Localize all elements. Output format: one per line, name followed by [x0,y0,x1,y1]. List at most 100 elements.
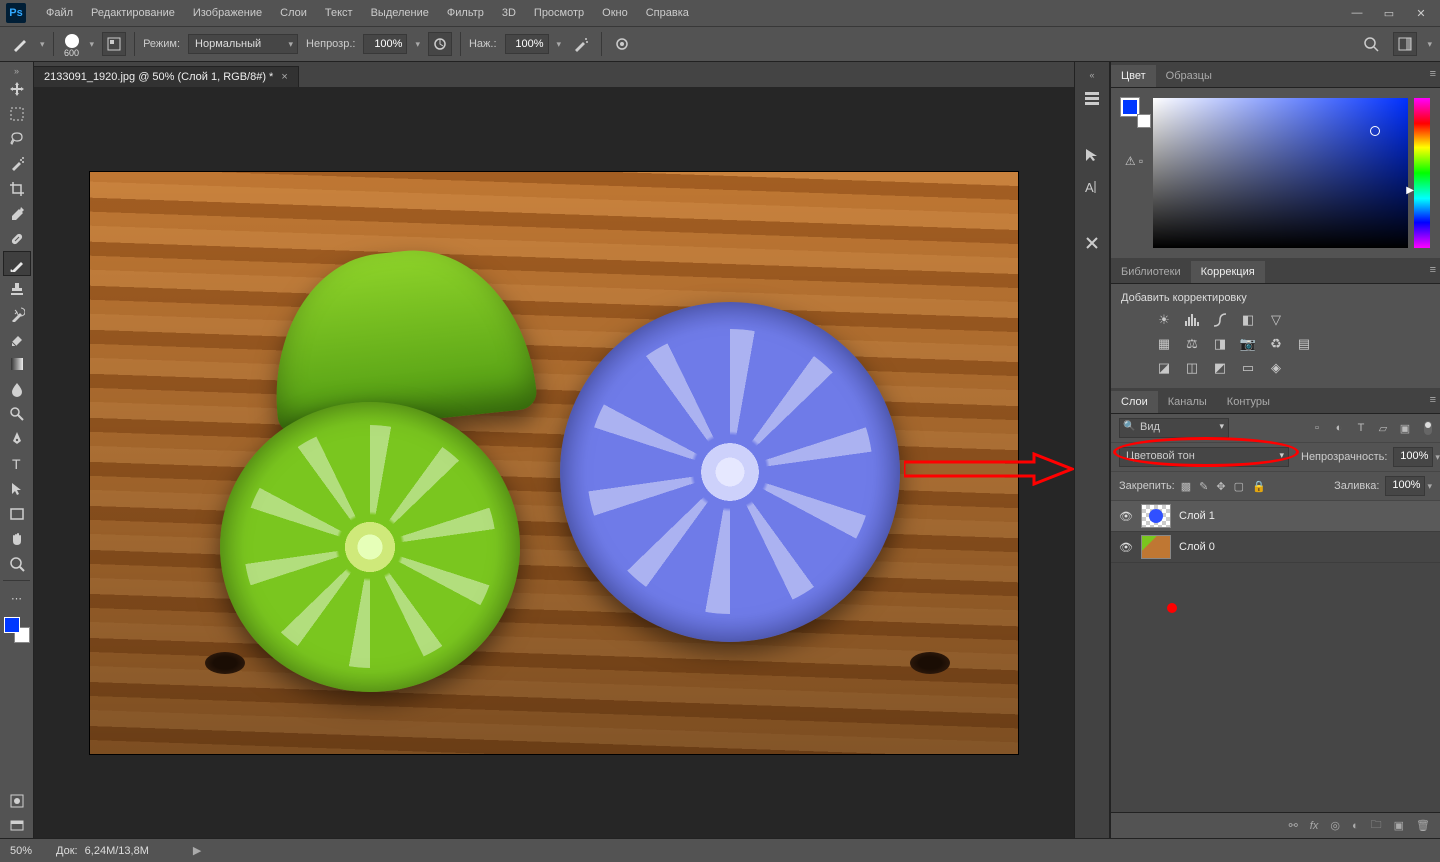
properties-panel-icon[interactable] [1079,142,1105,168]
zoom-value[interactable]: 50% [10,845,32,857]
tools-panel-icon[interactable] [1079,230,1105,256]
bw-icon[interactable]: ◨ [1211,336,1229,352]
layer-thumbnail[interactable] [1141,504,1171,528]
menu-select[interactable]: Выделение [363,3,437,23]
maximize-button[interactable]: ▭ [1382,6,1396,20]
tab-paths[interactable]: Контуры [1217,391,1280,413]
filter-toggle[interactable] [1424,421,1432,435]
color-balance-icon[interactable]: ⚖ [1183,336,1201,352]
pressure-opacity-icon[interactable] [428,32,452,56]
vibrance-icon[interactable]: ▽ [1267,312,1285,328]
collapse-icon[interactable]: « [1089,70,1094,80]
layer-thumbnail[interactable] [1141,535,1171,559]
chevron-down-icon[interactable]: ▾ [90,39,95,50]
search-icon[interactable] [1359,32,1383,56]
chevron-down-icon[interactable]: ▾ [40,39,45,50]
eyedropper-tool[interactable] [3,201,31,226]
brightness-icon[interactable]: ☀ [1155,312,1173,328]
link-layers-icon[interactable]: ⚯ [1289,819,1298,832]
minimize-button[interactable]: ― [1350,6,1364,20]
visibility-icon[interactable]: 👁 [1119,541,1133,554]
move-tool[interactable] [3,76,31,101]
tab-color[interactable]: Цвет [1111,65,1156,87]
tab-adjustments[interactable]: Коррекция [1191,261,1265,283]
healing-tool[interactable] [3,226,31,251]
path-select-tool[interactable] [3,476,31,501]
fill-input[interactable]: 100% [1385,476,1425,496]
stamp-tool[interactable] [3,276,31,301]
lock-artboard-icon[interactable]: ▢ [1234,480,1244,493]
quick-mask-icon[interactable] [3,788,31,813]
tab-swatches[interactable]: Образцы [1156,65,1222,87]
menu-text[interactable]: Текст [317,3,361,23]
brush-preview[interactable]: 600 [62,34,82,54]
color-bg-swatch[interactable] [1137,114,1151,128]
lock-pixels-icon[interactable]: ✎ [1199,480,1208,493]
posterize-icon[interactable]: ◫ [1183,360,1201,376]
lock-transparent-icon[interactable]: ▩ [1181,480,1191,493]
menu-3d[interactable]: 3D [494,3,524,23]
close-tab-icon[interactable]: × [281,71,287,83]
foreground-color[interactable] [4,617,20,633]
new-layer-icon[interactable]: ▣ [1394,819,1404,832]
color-swatches[interactable] [4,617,30,643]
filter-pixel-icon[interactable]: ▫ [1310,422,1324,435]
layer-row[interactable]: 👁 Слой 0 [1111,532,1440,563]
invert-icon[interactable]: ◪ [1155,360,1173,376]
menu-filter[interactable]: Фильтр [439,3,492,23]
new-group-icon[interactable]: 🗀 [1371,816,1382,835]
menu-edit[interactable]: Редактирование [83,3,183,23]
layer-row[interactable]: 👁 Слой 1 [1111,501,1440,532]
quick-select-tool[interactable] [3,151,31,176]
new-adjustment-icon[interactable]: ◐ [1352,820,1359,832]
close-button[interactable]: ✕ [1414,6,1428,20]
photo-filter-icon[interactable]: 📷 [1239,336,1257,352]
blend-mode-dropdown[interactable]: Цветовой тон [1119,447,1289,467]
color-lookup-icon[interactable]: ▤ [1295,336,1313,352]
chevron-down-icon[interactable]: ▾ [1427,39,1432,50]
type-tool[interactable]: T [3,451,31,476]
hue-sat-icon[interactable]: ▦ [1155,336,1173,352]
menu-view[interactable]: Просмотр [526,3,592,23]
layer-opacity-input[interactable]: 100% [1393,447,1433,467]
tab-channels[interactable]: Каналы [1158,391,1217,413]
menu-file[interactable]: Файл [38,3,81,23]
pen-tool[interactable] [3,426,31,451]
blend-mode-dropdown[interactable]: Нормальный [188,34,298,54]
collapse-icon[interactable]: » [14,66,19,76]
character-panel-icon[interactable]: A [1079,174,1105,200]
airbrush-icon[interactable] [569,32,593,56]
lock-all-icon[interactable]: 🔒 [1252,480,1266,493]
status-play-icon[interactable]: ▶ [193,844,201,857]
screen-mode-icon[interactable] [3,813,31,838]
curves-icon[interactable] [1211,312,1229,328]
exposure-icon[interactable]: ◧ [1239,312,1257,328]
history-brush-tool[interactable] [3,301,31,326]
hue-slider[interactable]: ▶ [1414,98,1430,248]
menu-help[interactable]: Справка [638,3,697,23]
eraser-tool[interactable] [3,326,31,351]
brush-panel-icon[interactable] [102,32,126,56]
tool-preset-icon[interactable] [8,32,32,56]
gamut-warning-icon[interactable]: ⚠ ▫ [1125,154,1143,168]
blur-tool[interactable] [3,376,31,401]
document-tab[interactable]: 2133091_1920.jpg @ 50% (Слой 1, RGB/8#) … [34,66,299,87]
hand-tool[interactable] [3,526,31,551]
zoom-tool[interactable] [3,551,31,576]
pressure-size-icon[interactable] [610,32,634,56]
crop-tool[interactable] [3,176,31,201]
brush-tool[interactable] [3,251,31,276]
delete-layer-icon[interactable]: 🗑 [1416,819,1430,832]
visibility-icon[interactable]: 👁 [1119,510,1133,523]
color-field[interactable] [1153,98,1408,248]
panel-menu-icon[interactable]: ≡ [1430,68,1436,80]
filter-shape-icon[interactable]: ▱ [1376,422,1390,435]
menu-layers[interactable]: Слои [272,3,315,23]
gradient-tool[interactable] [3,351,31,376]
levels-icon[interactable] [1183,312,1201,328]
selective-color-icon[interactable]: ◈ [1267,360,1285,376]
filter-type-icon[interactable]: T [1354,422,1368,435]
filter-smart-icon[interactable]: ▣ [1398,422,1412,435]
canvas-viewport[interactable] [34,87,1074,838]
dodge-tool[interactable] [3,401,31,426]
